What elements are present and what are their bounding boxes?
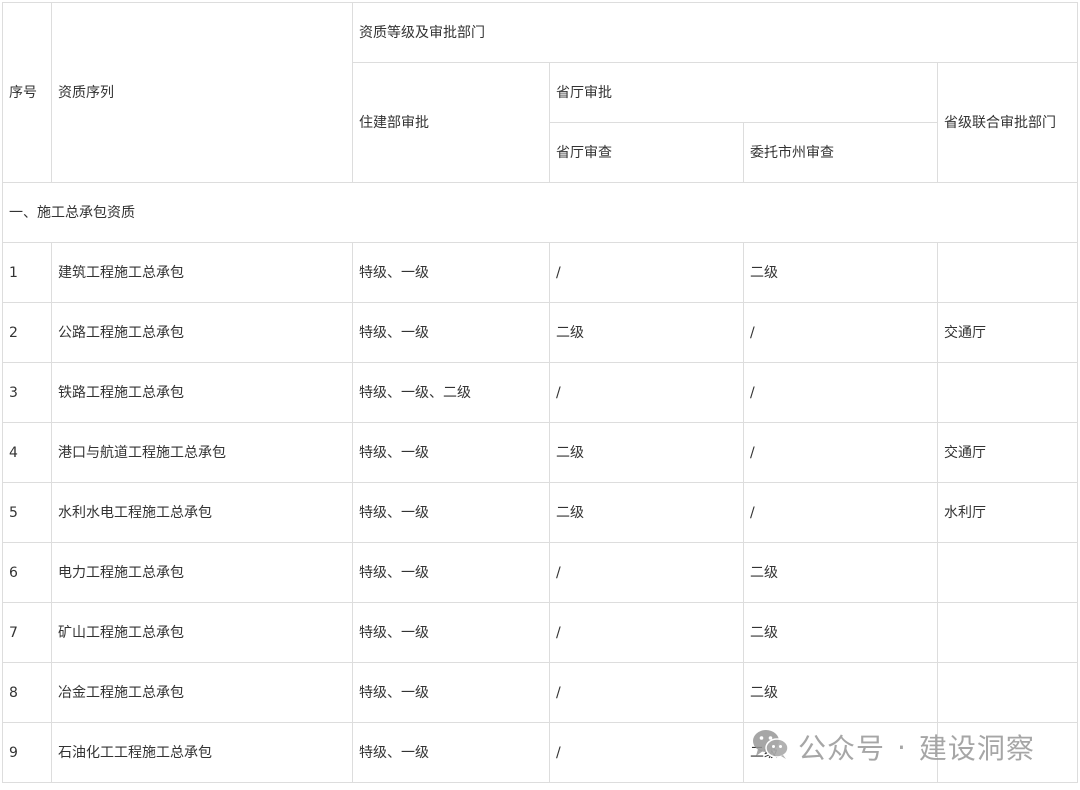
row-name: 水利水电工程施工总承包 <box>51 482 353 543</box>
table-row: 3 铁路工程施工总承包 特级、一级、二级 / / <box>2 362 1078 423</box>
row-name: 公路工程施工总承包 <box>51 302 353 363</box>
row-city-review: / <box>743 362 938 423</box>
table-row: 8 冶金工程施工总承包 特级、一级 / 二级 <box>2 662 1078 723</box>
header-joint: 省级联合审批部门 <box>937 62 1078 183</box>
row-moh-grade: 特级、一级 <box>352 722 550 783</box>
row-name: 港口与航道工程施工总承包 <box>51 422 353 483</box>
row-number: 8 <box>2 662 52 723</box>
row-city-review: 二级 <box>743 662 938 723</box>
row-moh-grade: 特级、一级 <box>352 542 550 603</box>
row-number: 2 <box>2 302 52 363</box>
row-number: 6 <box>2 542 52 603</box>
table-row: 5 水利水电工程施工总承包 特级、一级 二级 / 水利厅 <box>2 482 1078 543</box>
row-prov-review: 二级 <box>549 302 744 363</box>
table-row: 4 港口与航道工程施工总承包 特级、一级 二级 / 交通厅 <box>2 422 1078 483</box>
row-joint-dept: 交通厅 <box>937 302 1078 363</box>
header-row-1: 序号 资质序列 资质等级及审批部门 <box>2 2 1078 183</box>
row-number: 7 <box>2 602 52 663</box>
row-prov-review: / <box>549 242 744 303</box>
table-row: 6 电力工程施工总承包 特级、一级 / 二级 <box>2 542 1078 603</box>
row-city-review: 二级 <box>743 542 938 603</box>
table-row: 2 公路工程施工总承包 特级、一级 二级 / 交通厅 <box>2 302 1078 363</box>
row-moh-grade: 特级、一级 <box>352 422 550 483</box>
row-joint-dept: 水利厅 <box>937 482 1078 543</box>
header-prov-review: 省厅审查 <box>549 122 744 183</box>
header-prov: 省厅审批 <box>549 62 938 123</box>
row-number: 1 <box>2 242 52 303</box>
row-joint-dept <box>937 602 1078 663</box>
row-name: 铁路工程施工总承包 <box>51 362 353 423</box>
row-prov-review: / <box>549 362 744 423</box>
section-row: 一、施工总承包资质 <box>2 182 1078 243</box>
table-row: 9 石油化工工程施工总承包 特级、一级 / 二级 <box>2 722 1078 783</box>
row-prov-review: / <box>549 602 744 663</box>
row-moh-grade: 特级、一级 <box>352 302 550 363</box>
table-body: 序号 资质序列 资质等级及审批部门 住建部审批 省厅审批 省级联合审批部门 省厅… <box>2 2 1078 783</box>
row-prov-review: 二级 <box>549 422 744 483</box>
row-moh-grade: 特级、一级 <box>352 662 550 723</box>
row-name: 电力工程施工总承包 <box>51 542 353 603</box>
row-moh-grade: 特级、一级 <box>352 482 550 543</box>
row-moh-grade: 特级、一级 <box>352 242 550 303</box>
row-joint-dept: 交通厅 <box>937 422 1078 483</box>
row-joint-dept <box>937 242 1078 303</box>
row-moh-grade: 特级、一级 <box>352 602 550 663</box>
header-grade-dept: 资质等级及审批部门 <box>352 2 1078 63</box>
row-moh-grade: 特级、一级、二级 <box>352 362 550 423</box>
row-name: 石油化工工程施工总承包 <box>51 722 353 783</box>
qualification-table: 序号 资质序列 资质等级及审批部门 住建部审批 省厅审批 省级联合审批部门 省厅… <box>2 2 1078 783</box>
row-number: 5 <box>2 482 52 543</box>
row-joint-dept <box>937 662 1078 723</box>
row-number: 9 <box>2 722 52 783</box>
row-joint-dept <box>937 722 1078 783</box>
row-city-review: 二级 <box>743 722 938 783</box>
row-name: 建筑工程施工总承包 <box>51 242 353 303</box>
table-row: 7 矿山工程施工总承包 特级、一级 / 二级 <box>2 602 1078 663</box>
row-prov-review: / <box>549 722 744 783</box>
header-moh: 住建部审批 <box>352 62 550 183</box>
row-joint-dept <box>937 542 1078 603</box>
row-city-review: / <box>743 482 938 543</box>
section-title: 一、施工总承包资质 <box>2 182 1078 243</box>
row-number: 4 <box>2 422 52 483</box>
row-prov-review: / <box>549 542 744 603</box>
row-prov-review: 二级 <box>549 482 744 543</box>
header-series: 资质序列 <box>51 2 353 183</box>
row-name: 矿山工程施工总承包 <box>51 602 353 663</box>
table-row: 1 建筑工程施工总承包 特级、一级 / 二级 <box>2 242 1078 303</box>
row-city-review: / <box>743 422 938 483</box>
row-name: 冶金工程施工总承包 <box>51 662 353 723</box>
row-joint-dept <box>937 362 1078 423</box>
row-city-review: / <box>743 302 938 363</box>
row-city-review: 二级 <box>743 602 938 663</box>
row-city-review: 二级 <box>743 242 938 303</box>
row-prov-review: / <box>549 662 744 723</box>
header-city-review: 委托市州审查 <box>743 122 938 183</box>
row-number: 3 <box>2 362 52 423</box>
header-seq: 序号 <box>2 2 52 183</box>
